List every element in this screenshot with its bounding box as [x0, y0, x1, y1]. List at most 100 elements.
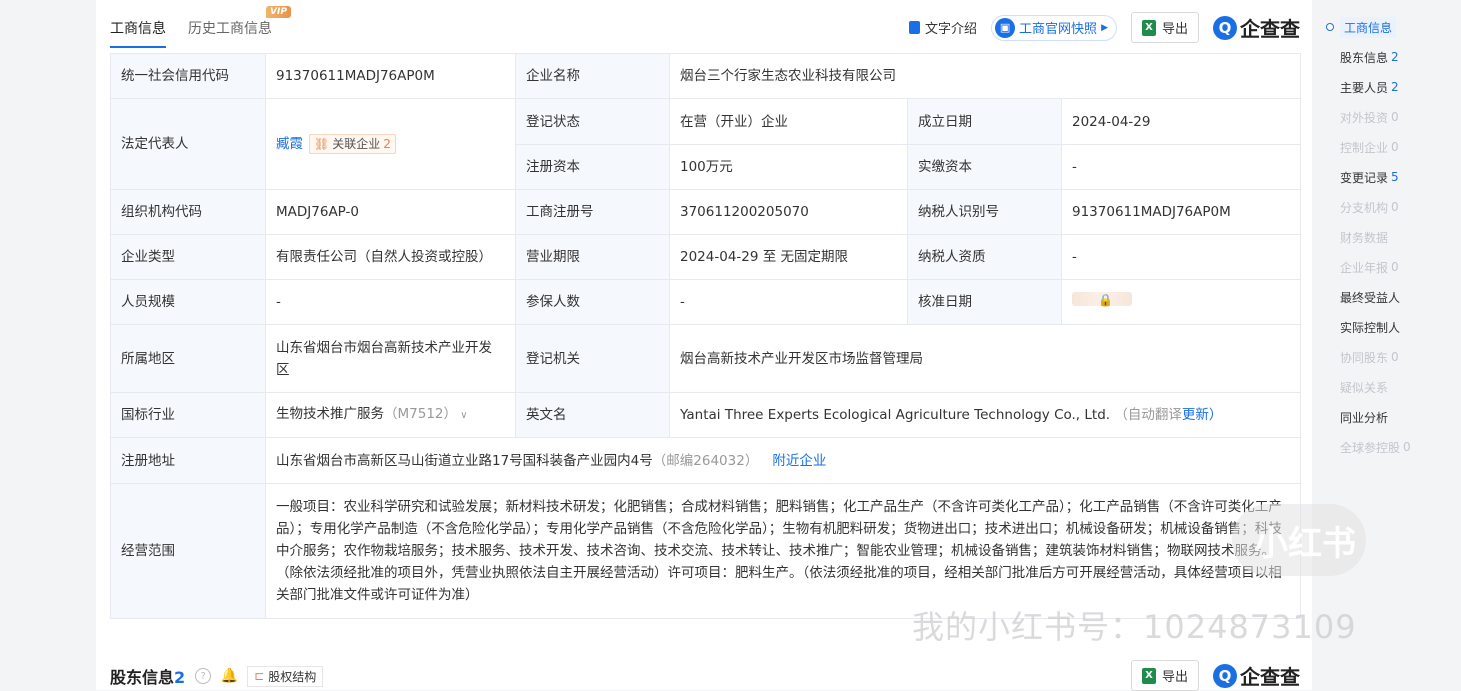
address-value: 山东省烟台市高新区马山街道立业路17号国科装备产业园内4号 — [276, 452, 653, 469]
company-name-label: 企业名称 — [515, 53, 670, 99]
nav-item-financials[interactable]: 财务数据 — [1326, 222, 1446, 252]
bell-icon[interactable]: 🔔 — [220, 668, 237, 684]
tab-business-info[interactable]: 工商信息 — [110, 18, 166, 48]
nav-item-industry-analysis[interactable]: 同业分析 — [1326, 402, 1446, 432]
biz-reg-no-label: 工商注册号 — [515, 189, 670, 235]
help-icon[interactable]: ? — [195, 668, 212, 684]
staff-value: - — [265, 279, 516, 325]
related-companies-button[interactable]: ⛓ 关联企业 2 — [309, 134, 396, 154]
nav-count: 0 — [1391, 350, 1399, 364]
nav-label: 企业年报 — [1340, 260, 1389, 275]
nav-label: 主要人员 — [1340, 80, 1389, 95]
tab-history-business-info[interactable]: 历史工商信息 — [188, 18, 272, 48]
nav-item-key-people[interactable]: 主要人员 2 — [1326, 72, 1446, 102]
nav-item-changes[interactable]: 变更记录 5 — [1326, 162, 1446, 192]
text-intro-link[interactable]: 文字介绍 — [909, 18, 977, 37]
address-cell: 山东省烟台市高新区马山街道立业路17号国科装备产业园内4号（邮编264032） 附… — [265, 437, 1301, 484]
related-count: 2 — [383, 137, 391, 151]
qichacha-logo-icon: Q — [1213, 15, 1237, 40]
nav-count: 0 — [1391, 260, 1399, 274]
legal-rep-label: 法定代表人 — [110, 98, 266, 190]
reg-status-value: 在营（开业）企业 — [669, 98, 908, 145]
nav-item-controller[interactable]: 实际控制人 — [1326, 312, 1446, 342]
nav-item-investments[interactable]: 对外投资 0 — [1326, 102, 1446, 132]
reg-status-label: 登记状态 — [515, 98, 670, 145]
approval-label: 核准日期 — [907, 279, 1062, 325]
nav-label: 股东信息 — [1340, 50, 1389, 65]
founded-value: 2024-04-29 — [1061, 98, 1301, 145]
table-row: 所属地区 山东省烟台市烟台高新技术产业开发区 登记机关 烟台高新技术产业开发区市… — [110, 324, 1301, 393]
table-row: 国标行业 生物技术推广服务（M7512） ∨ 英文名 Yantai Three … — [110, 392, 1301, 438]
shareholder-section-title: 股东信息2 — [110, 664, 185, 688]
snapshot-label: 工商官网快照 — [1019, 22, 1098, 37]
authority-label: 登记机关 — [515, 324, 670, 393]
industry-cell[interactable]: 生物技术推广服务（M7512） ∨ — [265, 392, 516, 438]
nav-label: 协同股东 — [1340, 350, 1389, 365]
snapshot-icon: ▣ — [995, 17, 1016, 38]
nav-item-co-shareholders[interactable]: 协同股东 0 — [1326, 342, 1446, 372]
nav-label: 实际控制人 — [1340, 320, 1401, 335]
nearby-companies-link[interactable]: 附近企业 — [772, 453, 826, 469]
text-intro-label: 文字介绍 — [925, 22, 978, 37]
translate-update-link[interactable]: 更新） — [1182, 407, 1223, 423]
nav-count: 0 — [1403, 440, 1411, 454]
table-row: 统一社会信用代码 91370611MADJ76AP0M 企业名称 烟台三个行家生… — [110, 53, 1301, 99]
staff-label: 人员规模 — [110, 279, 266, 325]
english-cell: Yantai Three Experts Ecological Agricult… — [669, 392, 1301, 438]
credit-code-label: 统一社会信用代码 — [110, 53, 266, 99]
nav-label: 同业分析 — [1340, 410, 1389, 425]
org-code-label: 组织机构代码 — [110, 189, 266, 235]
table-row: 经营范围 一般项目：农业科学研究和试验发展；新材料技术研发；化肥销售；合成材料销… — [110, 483, 1301, 619]
vip-badge: VIP — [266, 6, 291, 18]
org-code-value: MADJ76AP-0 — [265, 189, 516, 235]
english-label: 英文名 — [515, 392, 670, 438]
type-value: 有限责任公司（自然人投资或控股） — [265, 234, 516, 280]
term-label: 营业期限 — [515, 234, 670, 280]
table-row: 企业类型 有限责任公司（自然人投资或控股） 营业期限 2024-04-29 至 … — [110, 234, 1301, 280]
nav-item-branches[interactable]: 分支机构 0 — [1326, 192, 1446, 222]
nav-item-suspected[interactable]: 疑似关系 — [1326, 372, 1446, 402]
region-label: 所属地区 — [110, 324, 266, 393]
nav-item-shareholders[interactable]: 股东信息 2 — [1326, 42, 1446, 72]
address-label: 注册地址 — [110, 437, 266, 484]
nav-label: 分支机构 — [1340, 200, 1389, 215]
shareholder-toolbar: X 导出 Q 企查查 — [1130, 660, 1300, 691]
nav-item-global-holdings[interactable]: 全球参控股 0 — [1326, 432, 1446, 462]
info-tabs: 工商信息 历史工商信息 — [110, 18, 272, 48]
term-value: 2024-04-29 至 无固定期限 — [669, 234, 908, 280]
taxpayer-id-label: 纳税人识别号 — [907, 189, 1062, 235]
nav-item-controlled[interactable]: 控制企业 0 — [1326, 132, 1446, 162]
nav-item-beneficiaries[interactable]: 最终受益人 — [1326, 282, 1446, 312]
biz-reg-no-value: 370611200205070 — [669, 189, 908, 235]
nav-label: 变更记录 — [1340, 170, 1389, 185]
nav-label: 控制企业 — [1340, 140, 1389, 155]
watermark-text: 我的小红书号：1024873109 — [912, 608, 1357, 646]
legal-rep-link[interactable]: 臧霞 — [276, 136, 303, 152]
founded-label: 成立日期 — [907, 98, 1062, 145]
related-label: 关联企业 — [332, 137, 381, 151]
nav-item-annual-reports[interactable]: 企业年报 0 — [1326, 252, 1446, 282]
chevron-down-icon: ∨ — [457, 410, 468, 421]
equity-structure-button[interactable]: ⊏ 股权结构 — [247, 665, 324, 687]
taxpayer-qual-label: 纳税人资质 — [907, 234, 1062, 280]
nav-label: 全球参控股 — [1340, 440, 1401, 455]
nav-item-business-info[interactable]: 工商信息 — [1326, 12, 1446, 42]
insured-value: - — [669, 279, 908, 325]
shareholder-export-button[interactable]: X 导出 — [1130, 660, 1199, 691]
insured-label: 参保人数 — [515, 279, 670, 325]
export-button[interactable]: X 导出 — [1130, 12, 1199, 43]
legal-rep-cell: 臧霞 ⛓ 关联企业 2 — [265, 98, 516, 190]
postcode: （邮编264032） — [652, 452, 759, 469]
nav-count: 2 — [1391, 80, 1399, 94]
qichacha-logo-icon: Q — [1213, 663, 1237, 688]
industry-code: （M7512） — [384, 406, 458, 422]
approval-value[interactable]: 🔒 — [1061, 279, 1301, 325]
reg-capital-value: 100万元 — [669, 144, 908, 190]
watermark-logo: 小红书 — [1232, 504, 1366, 576]
nav-count: 5 — [1391, 170, 1399, 184]
export-label: 导出 — [1161, 22, 1188, 37]
snapshot-button[interactable]: ▣ 工商官网快照 ▶ — [991, 14, 1117, 41]
taxpayer-qual-value: - — [1061, 234, 1301, 280]
main-card: 工商信息 历史工商信息 VIP 文字介绍 ▣ 工商官网快照 ▶ X 导出 Q 企… — [96, 0, 1312, 691]
qichacha-brand: Q 企查查 — [1213, 13, 1300, 42]
